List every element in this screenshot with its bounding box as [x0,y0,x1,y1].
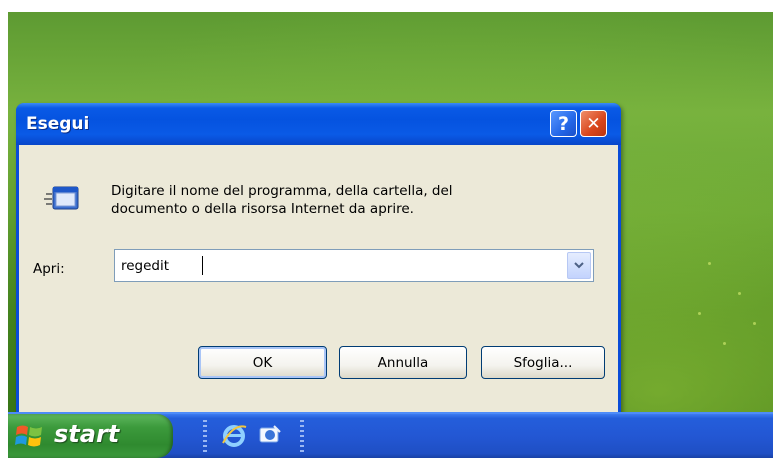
grass-detail [708,262,711,265]
start-button[interactable]: start [8,414,173,458]
grass-detail [738,292,741,295]
help-button[interactable]: ? [550,110,577,137]
browse-button[interactable]: Sfoglia... [481,346,605,379]
prompt-line-1: Digitare il nome del programma, della ca… [111,183,453,199]
quick-launch-grip[interactable] [300,420,304,452]
dropdown-button[interactable] [567,252,591,279]
desktop-background: Esegui ? ✕ Digitare il nome del programm… [8,12,773,412]
quick-launch-grip[interactable] [203,420,207,452]
run-dialog: Esegui ? ✕ Digitare il nome del programm… [16,103,621,412]
prompt-text: Digitare il nome del programma, della ca… [111,182,551,218]
ok-button[interactable]: OK [198,346,327,379]
grass-detail [723,342,726,345]
outlook-express-icon[interactable] [257,422,283,448]
chevron-down-icon [574,262,584,269]
start-label: start [54,420,120,448]
close-icon: ✕ [586,113,601,134]
cancel-button[interactable]: Annulla [339,346,467,379]
run-icon [44,186,79,210]
close-button[interactable]: ✕ [580,110,607,137]
internet-explorer-icon[interactable] [220,421,248,449]
open-combobox[interactable] [114,249,594,282]
open-label: Apri: [33,261,65,277]
help-icon: ? [557,112,570,135]
title-bar[interactable]: Esegui ? ✕ [16,103,621,145]
dialog-title: Esegui [26,114,90,134]
grass-detail [698,312,701,315]
taskbar: start [8,412,773,458]
text-caret [202,256,203,275]
open-input[interactable] [115,250,565,281]
windows-flag-icon [15,425,42,447]
grass-detail [753,322,756,325]
dialog-body: Digitare il nome del programma, della ca… [19,145,618,412]
prompt-line-2: documento o della risorsa Internet da ap… [111,201,414,217]
